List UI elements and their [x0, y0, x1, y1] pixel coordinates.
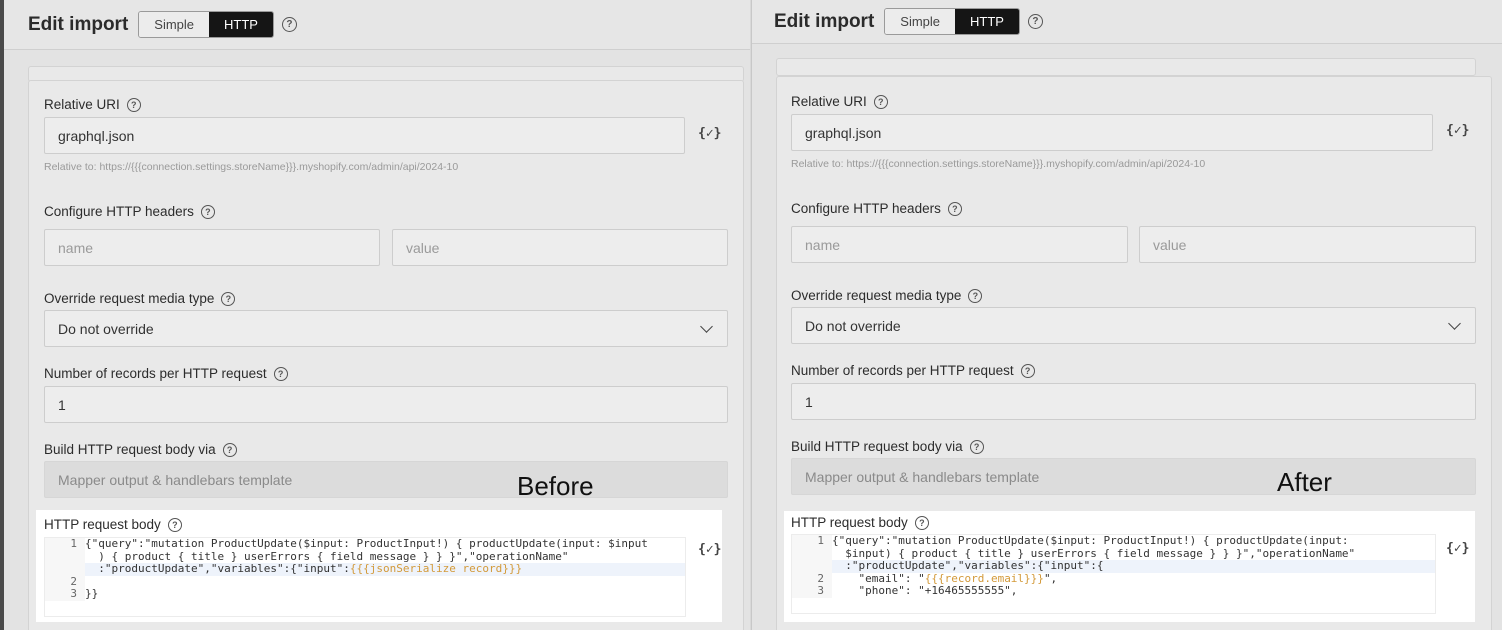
help-icon[interactable]: ?: [200, 204, 215, 219]
line-number: 2: [792, 572, 832, 585]
handlebars-expression: {{{record.email}}}: [924, 571, 1044, 585]
header-name-input[interactable]: name: [791, 226, 1128, 263]
code-fragment: {"query":"mutation ProductUpdate($input:…: [832, 534, 1349, 547]
mode-http-button[interactable]: HTTP: [209, 12, 273, 37]
after-panel: Edit import Simple HTTP ? Relative URI? …: [751, 0, 1502, 630]
help-icon[interactable]: ?: [969, 439, 984, 454]
help-icon[interactable]: ?: [126, 97, 141, 112]
relative-uri-label: Relative URI?: [44, 97, 141, 112]
page-title: Edit import: [28, 13, 129, 35]
mode-http-button[interactable]: HTTP: [955, 9, 1019, 34]
code-fragment: }}: [85, 587, 99, 600]
media-type-label: Override request media type?: [44, 291, 236, 306]
media-type-select[interactable]: Do not override: [791, 307, 1476, 344]
line-number: 3: [792, 584, 832, 598]
records-label: Number of records per HTTP request?: [44, 366, 288, 381]
handlebars-icon[interactable]: {✓}: [698, 542, 721, 557]
records-label: Number of records per HTTP request?: [791, 363, 1035, 378]
handlebars-icon[interactable]: {✓}: [1446, 123, 1469, 138]
records-input[interactable]: 1: [791, 383, 1476, 420]
code-fragment: ) { product { title } userErrors { field…: [85, 549, 569, 563]
code-fragment: {"query":"mutation ProductUpdate($input:…: [85, 537, 648, 550]
mode-simple-button[interactable]: Simple: [139, 12, 210, 37]
handlebars-expression: {{{jsonSerialize record}}}: [349, 562, 523, 575]
line-number: [792, 560, 832, 573]
body-highlight-box: HTTP request body? 1 {"query":"mutation P…: [784, 511, 1475, 622]
code-text: }}: [85, 587, 99, 601]
help-icon[interactable]: ?: [167, 517, 182, 532]
line-number: [45, 550, 85, 563]
body-label: HTTP request body?: [44, 517, 182, 532]
help-icon[interactable]: ?: [1027, 14, 1043, 29]
help-icon[interactable]: ?: [947, 201, 962, 216]
code-fragment: "email": ": [832, 571, 925, 585]
before-caption: Before: [517, 471, 594, 501]
header: Edit import Simple HTTP ?: [752, 0, 1502, 44]
help-icon[interactable]: ?: [873, 94, 888, 109]
line-number: [792, 547, 832, 560]
code-fragment: $input) { product { title } userErrors {…: [832, 546, 1356, 560]
line-number: 3: [45, 587, 85, 601]
media-type-select[interactable]: Do not override: [44, 310, 728, 347]
header-name-input[interactable]: name: [44, 229, 380, 266]
build-body-select[interactable]: Mapper output & handlebars template: [44, 461, 728, 498]
help-icon[interactable]: ?: [221, 291, 236, 306]
header: Edit import Simple HTTP ?: [4, 0, 750, 50]
help-icon[interactable]: ?: [222, 442, 237, 457]
help-icon[interactable]: ?: [968, 288, 983, 303]
request-body-editor[interactable]: 1 {"query":"mutation ProductUpdate($input…: [791, 534, 1436, 614]
headers-label: Configure HTTP headers?: [44, 204, 215, 219]
build-body-label: Build HTTP request body via?: [44, 442, 237, 457]
code-line[interactable]: 2: [45, 575, 685, 588]
mode-toggle: Simple HTTP: [138, 11, 274, 38]
relative-uri-hint: Relative to: https://{{{connection.setti…: [791, 158, 1206, 170]
code-fragment: "phone": "+16465555555",: [832, 584, 1018, 597]
relative-uri-hint: Relative to: https://{{{connection.setti…: [44, 161, 459, 173]
header-value-input[interactable]: value: [1139, 226, 1476, 263]
help-icon[interactable]: ?: [914, 515, 929, 530]
header-value-input[interactable]: value: [392, 229, 728, 266]
handlebars-icon[interactable]: {✓}: [1446, 541, 1469, 556]
code-line[interactable]: :"productUpdate","variables":{"input":{{…: [45, 562, 685, 576]
relative-uri-input[interactable]: graphql.json: [791, 114, 1433, 151]
help-icon[interactable]: ?: [281, 17, 297, 32]
body-label: HTTP request body?: [791, 515, 929, 530]
code-text: "phone": "+16465555555",: [832, 584, 1018, 598]
mode-toggle: Simple HTTP: [884, 8, 1020, 35]
build-body-select[interactable]: Mapper output & handlebars template: [791, 458, 1476, 495]
code-text: :"productUpdate","variables":{"input":{{…: [85, 562, 523, 576]
mode-simple-button[interactable]: Simple: [885, 9, 956, 34]
after-caption: After: [1277, 467, 1332, 497]
relative-uri-label: Relative URI?: [791, 94, 888, 109]
code-fragment: ",: [1043, 571, 1058, 585]
handlebars-icon[interactable]: {✓}: [698, 126, 721, 141]
records-input[interactable]: 1: [44, 386, 728, 423]
code-fragment: :"productUpdate","variables":{"input":: [85, 562, 350, 575]
line-number: 2: [45, 575, 85, 588]
line-number: [45, 563, 85, 576]
media-type-label: Override request media type?: [791, 288, 983, 303]
code-line[interactable]: 3}}: [45, 587, 685, 601]
page-title: Edit import: [774, 10, 875, 32]
help-icon[interactable]: ?: [273, 366, 288, 381]
code-fragment: :"productUpdate","variables":{"input":{: [832, 559, 1104, 572]
help-icon[interactable]: ?: [1020, 363, 1035, 378]
code-line[interactable]: 3 "phone": "+16465555555",: [792, 584, 1435, 598]
headers-label: Configure HTTP headers?: [791, 201, 962, 216]
build-body-label: Build HTTP request body via?: [791, 439, 984, 454]
line-number: 1: [792, 535, 832, 548]
before-panel: Edit import Simple HTTP ? Relative URI? …: [0, 0, 750, 630]
section-card-top: [776, 58, 1476, 76]
body-highlight-box: HTTP request body? 1 {"query":"mutation P…: [36, 510, 722, 622]
request-body-editor[interactable]: 1 {"query":"mutation ProductUpdate($input…: [44, 537, 686, 617]
relative-uri-input[interactable]: graphql.json: [44, 117, 685, 154]
line-number: 1: [45, 538, 85, 551]
